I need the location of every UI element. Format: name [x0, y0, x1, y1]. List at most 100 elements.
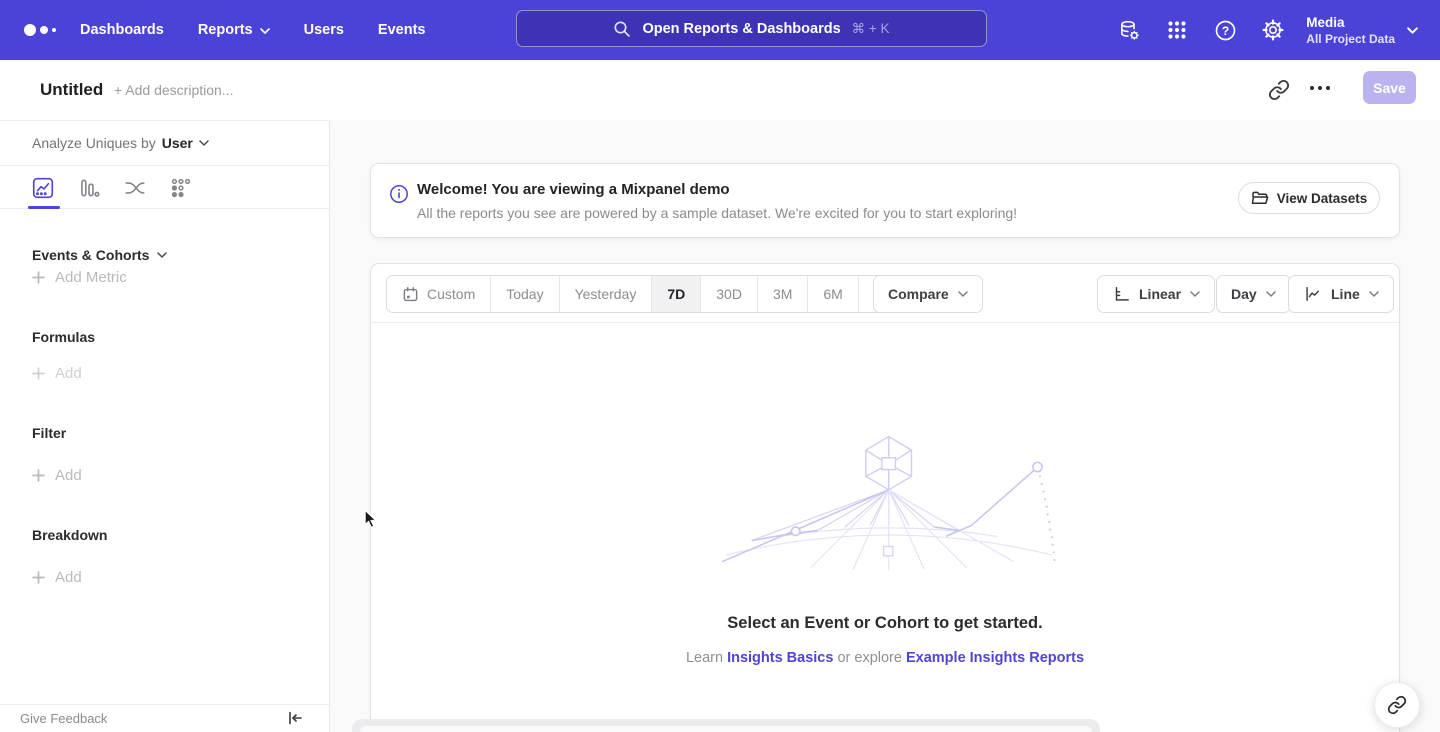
tab-insights-line[interactable]: [30, 175, 56, 201]
nav-events-label: Events: [378, 22, 426, 38]
range-30d-label: 30D: [716, 286, 742, 302]
chart-type-button[interactable]: Line: [1288, 275, 1394, 313]
project-scope: All Project Data: [1306, 32, 1395, 46]
view-datasets-button[interactable]: View Datasets: [1238, 182, 1380, 214]
filter-label: Filter: [32, 425, 66, 441]
range-custom-label: Custom: [427, 286, 475, 302]
copy-link-icon[interactable]: [1268, 79, 1290, 101]
nav-reports[interactable]: Reports: [198, 22, 270, 38]
save-button[interactable]: Save: [1363, 71, 1416, 104]
more-options-icon[interactable]: [1310, 86, 1330, 90]
chevron-down-icon: [157, 252, 167, 258]
chevron-down-icon: [1190, 291, 1200, 297]
chevron-down-icon: [1369, 291, 1379, 297]
compare-button[interactable]: Compare: [873, 275, 983, 313]
calendar-icon: [402, 286, 419, 303]
top-nav: Dashboards Reports Users Events Open Rep…: [0, 0, 1440, 60]
line-chart-icon: [1303, 285, 1322, 303]
linear-scale-icon: [1112, 285, 1130, 303]
add-filter-button[interactable]: Add: [32, 467, 82, 484]
range-today[interactable]: Today: [491, 276, 559, 312]
formulas-label: Formulas: [32, 329, 95, 345]
range-custom[interactable]: Custom: [387, 276, 491, 312]
welcome-banner: Welcome! You are viewing a Mixpanel demo…: [370, 163, 1400, 238]
breakdown-header: Breakdown: [32, 527, 107, 543]
nav-reports-label: Reports: [198, 22, 253, 38]
results-panel-top-edge[interactable]: [352, 719, 1100, 732]
help-icon[interactable]: ?: [1213, 18, 1237, 42]
nav-events[interactable]: Events: [378, 22, 426, 38]
link-icon: [1387, 695, 1407, 715]
range-3m[interactable]: 3M: [758, 276, 808, 312]
settings-gear-icon[interactable]: [1261, 18, 1285, 42]
add-formula-label: Add: [55, 365, 82, 382]
results-panel-inner-edge: [360, 726, 1092, 732]
formulas-header: Formulas: [32, 329, 95, 345]
global-search[interactable]: Open Reports & Dashboards ⌘ + K: [516, 10, 987, 47]
insights-basics-link[interactable]: Insights Basics: [727, 650, 833, 666]
info-icon: [389, 184, 409, 204]
main-nav: Dashboards Reports Users Events: [80, 0, 425, 60]
give-feedback-link[interactable]: Give Feedback: [20, 711, 107, 726]
add-formula-button[interactable]: Add: [32, 365, 82, 382]
tab-bar-chart[interactable]: [76, 175, 102, 201]
add-breakdown-button[interactable]: Add: [32, 569, 82, 586]
collapse-sidebar-icon[interactable]: [287, 710, 303, 726]
data-management-icon[interactable]: [1117, 18, 1141, 42]
tab-metric[interactable]: [168, 175, 194, 201]
empty-state-links: Learn Insights Basics or explore Example…: [371, 650, 1399, 666]
learn-prefix: Learn: [686, 650, 723, 666]
example-reports-link[interactable]: Example Insights Reports: [906, 650, 1084, 666]
banner-title: Welcome! You are viewing a Mixpanel demo: [417, 181, 730, 198]
chart-type-label: Line: [1331, 286, 1360, 302]
events-cohorts-header[interactable]: Events & Cohorts: [32, 247, 167, 263]
report-title[interactable]: Untitled: [40, 60, 103, 120]
range-6m-label: 6M: [823, 286, 842, 302]
project-selector[interactable]: Media All Project Data: [1306, 0, 1418, 60]
selected-tab-underline: [28, 206, 60, 209]
apps-grid-icon[interactable]: [1165, 18, 1189, 42]
search-icon: [613, 20, 631, 38]
filter-header: Filter: [32, 425, 66, 441]
analyze-row: Analyze Uniques by User: [0, 121, 329, 166]
range-6m[interactable]: 6M: [808, 276, 858, 312]
range-yesterday[interactable]: Yesterday: [560, 276, 653, 312]
plus-icon: [32, 469, 45, 482]
chart-controls-row: Custom Today Yesterday 7D 30D 3M 6M 12M …: [371, 264, 1399, 323]
range-3m-label: 3M: [773, 286, 792, 302]
chevron-down-icon: [1407, 27, 1418, 34]
nav-dashboards[interactable]: Dashboards: [80, 22, 164, 38]
analyze-by-picker[interactable]: User: [162, 135, 209, 151]
mixpanel-logo[interactable]: [24, 0, 56, 60]
chevron-down-icon: [958, 291, 968, 297]
range-30d[interactable]: 30D: [701, 276, 758, 312]
share-link-fab[interactable]: [1374, 682, 1420, 728]
top-nav-icons: ?: [1117, 0, 1285, 60]
nav-users[interactable]: Users: [304, 22, 344, 38]
chevron-down-icon: [199, 140, 209, 146]
main-content: Welcome! You are viewing a Mixpanel demo…: [330, 120, 1440, 732]
range-yesterday-label: Yesterday: [575, 286, 637, 302]
chevron-down-icon: [260, 28, 270, 34]
tab-flow-chart[interactable]: [122, 175, 148, 201]
nav-users-label: Users: [304, 22, 344, 38]
add-metric-button[interactable]: Add Metric: [32, 269, 127, 286]
analyze-prefix-label: Analyze Uniques by: [32, 135, 156, 151]
empty-state-title: Select an Event or Cohort to get started…: [371, 614, 1399, 633]
empty-state-illustration: [701, 422, 1073, 578]
svg-text:?: ?: [1221, 23, 1228, 37]
plus-icon: [32, 367, 45, 380]
events-cohorts-label: Events & Cohorts: [32, 247, 149, 263]
plus-icon: [32, 271, 45, 284]
middle-text: or explore: [837, 650, 901, 666]
scale-button[interactable]: Linear: [1097, 275, 1215, 313]
report-description-placeholder[interactable]: + Add description...: [114, 60, 233, 120]
scale-label: Linear: [1139, 286, 1181, 302]
interval-button[interactable]: Day: [1216, 275, 1291, 313]
nav-dashboards-label: Dashboards: [80, 22, 164, 38]
add-metric-label: Add Metric: [55, 269, 127, 286]
plus-icon: [32, 571, 45, 584]
breakdown-label: Breakdown: [32, 527, 107, 543]
range-7d[interactable]: 7D: [652, 276, 701, 312]
add-filter-label: Add: [55, 467, 82, 484]
